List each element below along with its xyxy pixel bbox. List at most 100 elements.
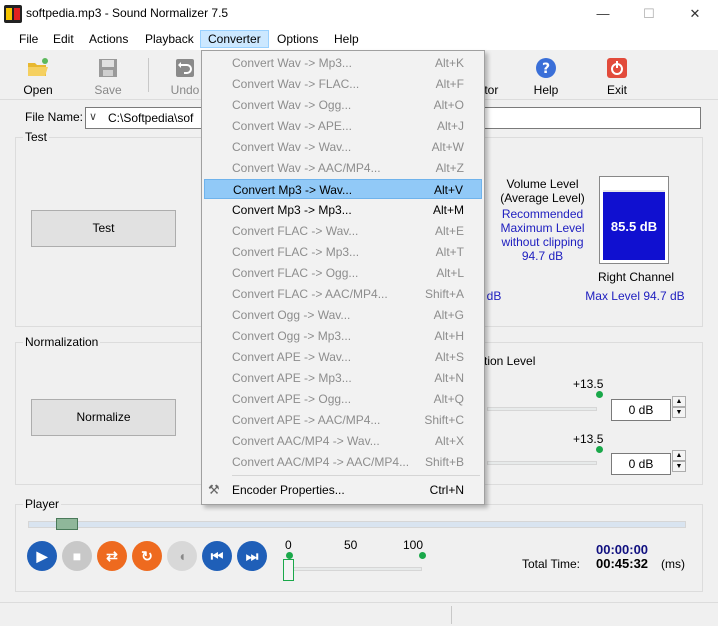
volume-slider[interactable]: [288, 567, 422, 571]
volume-slider-thumb[interactable]: [283, 559, 294, 581]
normalize-button[interactable]: Normalize: [31, 399, 176, 436]
menu-item-convert[interactable]: Convert APE -> Mp3... Alt+N: [204, 368, 482, 388]
menu-file[interactable]: File: [12, 30, 45, 48]
level-row2-spinner[interactable]: ▲ ▼: [672, 450, 686, 472]
volume-level-title: Volume Level: [506, 177, 579, 191]
right-channel-meter: 85.5 dB: [599, 176, 669, 264]
shuffle-button[interactable]: ⇄: [97, 541, 127, 571]
menu-item-label: Encoder Properties...: [232, 483, 345, 497]
converter-menu-dropdown: Convert Wav -> Mp3... Alt+K Convert Wav ->…: [201, 50, 485, 505]
meter-value: 85.5 dB: [610, 219, 658, 234]
menu-item-shortcut: Alt+H: [434, 329, 464, 343]
normalization-level-label: tion Level: [484, 354, 536, 368]
menu-item-shortcut: Alt+X: [434, 434, 464, 448]
play-icon: ▶: [36, 548, 48, 564]
menu-item-convert[interactable]: Convert Wav -> FLAC... Alt+F: [204, 74, 482, 94]
menu-item-label: Convert Wav -> Mp3...: [232, 56, 352, 70]
menu-options[interactable]: Options: [270, 30, 325, 48]
volume-button[interactable]: ◖: [167, 541, 197, 571]
save-button[interactable]: Save: [83, 54, 133, 98]
menu-item-convert[interactable]: Convert FLAC -> Ogg... Alt+L: [204, 263, 482, 283]
close-button[interactable]: ✕: [672, 0, 718, 28]
menu-item-convert[interactable]: Convert Wav -> AAC/MP4... Alt+Z: [204, 158, 482, 178]
menu-item-convert[interactable]: Convert APE -> Wav... Alt+S: [204, 347, 482, 367]
stop-icon: ■: [72, 548, 82, 564]
menu-item-convert[interactable]: Convert Ogg -> Mp3... Alt+H: [204, 326, 482, 346]
menu-item-shortcut: Alt+S: [434, 350, 464, 364]
menu-item-shortcut: Alt+M: [432, 203, 464, 217]
status-separator: [451, 606, 452, 624]
menu-item-shortcut: Alt+E: [434, 224, 464, 238]
position-slider-thumb[interactable]: [56, 518, 78, 530]
menu-item-shortcut: Alt+Z: [435, 161, 464, 175]
menu-item-label: Convert APE -> Ogg...: [232, 392, 352, 406]
menu-item-convert[interactable]: Convert Wav -> Ogg... Alt+O: [204, 95, 482, 115]
level-row1-spinner[interactable]: ▲ ▼: [672, 396, 686, 418]
menu-item-convert[interactable]: Convert Ogg -> Wav... Alt+G: [204, 305, 482, 325]
file-name-value: C:\Softpedia\sof: [108, 111, 194, 125]
menu-item-convert[interactable]: Convert Wav -> Mp3... Alt+K: [204, 53, 482, 73]
svg-text:?: ?: [542, 61, 550, 77]
menu-playback[interactable]: Playback: [138, 30, 201, 48]
level-row1-input[interactable]: 0 dB: [611, 399, 671, 421]
level-row1-max: +13.5: [573, 377, 604, 391]
status-bar: [0, 602, 718, 626]
right-channel-max-level: Max Level 94.7 dB: [585, 289, 685, 303]
menu-item-shortcut: Alt+T: [435, 245, 464, 259]
menu-item-convert[interactable]: Convert AAC/MP4 -> AAC/MP4... Shift+B: [204, 452, 482, 472]
volume-scale-100: 100: [403, 538, 424, 552]
menu-item-shortcut: Alt+K: [434, 56, 464, 70]
menu-item-label: Convert FLAC -> AAC/MP4...: [232, 287, 388, 301]
menu-item-convert[interactable]: Convert FLAC -> AAC/MP4... Shift+A: [204, 284, 482, 304]
left-channel-max-fragment: dB: [486, 289, 502, 303]
menu-item-shortcut: Shift+C: [424, 413, 464, 427]
menu-item-label: Convert APE -> Wav...: [232, 350, 352, 364]
menu-item-label: Convert Wav -> Ogg...: [232, 98, 352, 112]
help-button[interactable]: ? Help: [521, 54, 571, 98]
test-group-label: Test: [23, 130, 50, 144]
menu-bar: File Edit Actions Playback Converter Opt…: [0, 28, 718, 50]
menu-item-convert[interactable]: Convert Wav -> Wav... Alt+W: [204, 137, 482, 157]
exit-button[interactable]: Exit: [592, 54, 642, 98]
menu-edit[interactable]: Edit: [46, 30, 81, 48]
menu-item-convert[interactable]: Convert APE -> AAC/MP4... Shift+C: [204, 410, 482, 430]
menu-item-label: Convert FLAC -> Wav...: [232, 224, 359, 238]
menu-item-convert[interactable]: Convert Mp3 -> Wav... Alt+V: [204, 179, 482, 199]
play-button[interactable]: ▶: [27, 541, 57, 571]
test-button[interactable]: Test: [31, 210, 176, 247]
menu-separator: [232, 475, 480, 476]
menu-item-convert[interactable]: Convert AAC/MP4 -> Wav... Alt+X: [204, 431, 482, 451]
maximize-button[interactable]: ☐: [626, 0, 672, 28]
level-row2-slider[interactable]: [487, 461, 597, 465]
position-slider[interactable]: [28, 521, 686, 528]
menu-item-convert[interactable]: Convert FLAC -> Wav... Alt+E: [204, 221, 482, 241]
menu-actions[interactable]: Actions: [82, 30, 135, 48]
previous-button[interactable]: ⏮: [202, 541, 232, 571]
open-button[interactable]: Open: [13, 54, 63, 98]
menu-item-shortcut: Alt+J: [436, 119, 464, 133]
menu-item-convert[interactable]: Convert APE -> Ogg... Alt+Q: [204, 389, 482, 409]
menu-converter[interactable]: Converter: [200, 30, 269, 48]
next-button[interactable]: ⏭: [237, 541, 267, 571]
time-unit: (ms): [661, 557, 685, 571]
menu-item-convert[interactable]: Convert Mp3 -> Mp3... Alt+M: [204, 200, 482, 220]
menu-item-convert[interactable]: Convert Wav -> APE... Alt+J: [204, 116, 482, 136]
recommended-value: 94.7 dB: [521, 249, 564, 263]
level-row1-slider[interactable]: [487, 407, 597, 411]
app-logo-icon: [4, 5, 22, 23]
menu-item-encoder-properties[interactable]: ⚒ Encoder Properties... Ctrl+N: [204, 480, 482, 500]
stop-button[interactable]: ■: [62, 541, 92, 571]
help-icon: ?: [536, 58, 556, 78]
minimize-button[interactable]: —: [580, 0, 626, 28]
current-time: 00:00:00: [596, 542, 649, 557]
menu-item-convert[interactable]: Convert FLAC -> Mp3... Alt+T: [204, 242, 482, 262]
level-row2-input[interactable]: 0 dB: [611, 453, 671, 475]
menu-item-shortcut: Alt+O: [433, 98, 464, 112]
menu-item-shortcut: Alt+W: [431, 140, 464, 154]
volume-scale-0: 0: [285, 538, 292, 552]
right-channel-label: Right Channel: [597, 270, 675, 284]
menu-help[interactable]: Help: [327, 30, 366, 48]
window-title: softpedia.mp3 - Sound Normalizer 7.5: [26, 6, 229, 20]
menu-item-shortcut: Alt+V: [433, 183, 463, 197]
repeat-button[interactable]: ↻: [132, 541, 162, 571]
